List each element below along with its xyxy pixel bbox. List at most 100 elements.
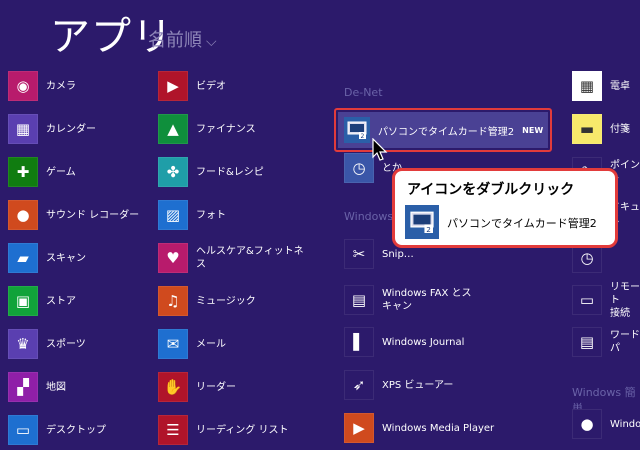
- app-label: デスクトップ: [46, 424, 106, 436]
- microphone-icon: ●: [572, 409, 602, 439]
- app-label: XPS ビューアー: [382, 379, 454, 391]
- new-badge: NEW: [522, 125, 544, 135]
- group-label-windows: Windows: [344, 210, 394, 223]
- timecard-icon: 2: [344, 117, 370, 143]
- app-label: リモート 接続: [610, 281, 640, 319]
- photo-icon: ▨: [158, 200, 188, 230]
- headphones-icon: ♫: [158, 286, 188, 316]
- snipping-icon: ✂: [344, 239, 374, 269]
- camera-icon: ◉: [8, 71, 38, 101]
- callout-title: アイコンをダブルクリック: [407, 182, 575, 198]
- app-tile[interactable]: ▤ ワードパ: [572, 326, 640, 358]
- app-label: Windo…: [610, 418, 640, 430]
- app-tile[interactable]: ✉ メール: [158, 328, 226, 360]
- app-label: Snip…: [382, 248, 414, 260]
- finance-chart-icon: ▲: [158, 114, 188, 144]
- app-tile[interactable]: ▶ Windows Media Player: [344, 412, 494, 444]
- microphone-icon: ●: [8, 200, 38, 230]
- group-label-denet: De-Net: [344, 86, 383, 99]
- app-tile[interactable]: ▰ スキャン: [8, 242, 86, 274]
- app-tile[interactable]: ➶ XPS ビューアー: [344, 369, 453, 401]
- app-label: スキャン: [46, 252, 86, 264]
- app-tile[interactable]: ▌ Windows Journal: [344, 326, 464, 358]
- sort-label: 名前順: [148, 30, 202, 51]
- app-label: ファイナンス: [196, 123, 256, 135]
- app-label: サウンド レコーダー: [46, 209, 140, 221]
- map-icon: ▞: [8, 372, 38, 402]
- remote-desktop-icon: ▭: [572, 285, 602, 315]
- app-tile[interactable]: ▲ ファイナンス: [158, 113, 256, 145]
- fax-icon: ▤: [344, 285, 374, 315]
- app-tile[interactable]: ▭ デスクトップ: [8, 414, 106, 446]
- app-tile[interactable]: ▞ 地図: [8, 371, 66, 403]
- timecard-icon: 2: [405, 205, 439, 239]
- svg-text:2: 2: [361, 133, 365, 139]
- app-label: 地図: [46, 381, 66, 393]
- wordpad-icon: ▤: [572, 327, 602, 357]
- app-label: Windows FAX とス キャン: [382, 288, 472, 312]
- app-tile[interactable]: ▬ 付箋: [572, 113, 630, 145]
- xps-viewer-icon: ➶: [344, 370, 374, 400]
- scanner-icon: ▰: [8, 243, 38, 273]
- app-label: リーディング リスト: [196, 424, 289, 436]
- journal-icon: ▌: [344, 327, 374, 357]
- app-tile[interactable]: ▨ フォト: [158, 199, 226, 231]
- app-tile[interactable]: ▭ リモート 接続: [572, 282, 640, 319]
- app-tile-windows-simple[interactable]: ● Windo…: [572, 408, 640, 440]
- app-label: 電卓: [610, 80, 630, 92]
- gamepad-icon: ✚: [8, 157, 38, 187]
- app-label: フード&レシピ: [196, 166, 264, 178]
- app-label: Windows Media Player: [382, 422, 495, 434]
- clock-icon: ◷: [344, 153, 374, 183]
- app-tile[interactable]: ▤ Windows FAX とス キャン: [344, 284, 472, 316]
- app-tile[interactable]: ▦ カレンダー: [8, 113, 96, 145]
- trophy-icon: ♛: [8, 329, 38, 359]
- chevron-down-icon: ⌵: [206, 34, 217, 50]
- app-tile-timecard[interactable]: 2 パソコンでタイムカード管理2 NEW: [338, 112, 548, 148]
- app-label: メール: [196, 338, 226, 350]
- svg-text:2: 2: [426, 225, 431, 233]
- food-icon: ✤: [158, 157, 188, 187]
- app-label: Windows Journal: [382, 336, 465, 348]
- app-label: フォト: [196, 209, 226, 221]
- callout-app-name: パソコンでタイムカード管理2: [447, 217, 597, 230]
- app-tile[interactable]: ☰ リーディング リスト: [158, 414, 288, 446]
- calculator-icon: ▦: [572, 71, 602, 101]
- app-label: リーダー: [196, 381, 236, 393]
- app-label: カレンダー: [46, 123, 96, 135]
- sticky-note-icon: ▬: [572, 114, 602, 144]
- app-label: ヘルスケア&フィットネ ス: [196, 246, 304, 270]
- store-icon: ▣: [8, 286, 38, 316]
- app-tile[interactable]: ✋ リーダー: [158, 371, 236, 403]
- desktop-icon: ▭: [8, 415, 38, 445]
- app-label: スポーツ: [46, 338, 86, 350]
- app-tile[interactable]: ✤ フード&レシピ: [158, 156, 264, 188]
- mouse-pointer-icon: [372, 138, 388, 161]
- reader-icon: ✋: [158, 372, 188, 402]
- app-tile[interactable]: ▶ ビデオ: [158, 70, 226, 102]
- app-label: ストア: [46, 295, 76, 307]
- calendar-icon: ▦: [8, 114, 38, 144]
- app-tile[interactable]: ▣ ストア: [8, 285, 76, 317]
- app-label: 付箋: [610, 123, 630, 135]
- app-tile[interactable]: ▦ 電卓: [572, 70, 630, 102]
- app-label: ビデオ: [196, 80, 226, 92]
- reading-list-icon: ☰: [158, 415, 188, 445]
- sort-dropdown[interactable]: 名前順 ⌵: [148, 26, 217, 52]
- app-label: カメラ: [46, 80, 76, 92]
- app-tile[interactable]: ◉ カメラ: [8, 70, 76, 102]
- app-label: ワードパ: [610, 330, 640, 354]
- app-label: ゲーム: [46, 166, 76, 178]
- video-icon: ▶: [158, 71, 188, 101]
- health-heart-icon: ♥: [158, 243, 188, 273]
- mail-icon: ✉: [158, 329, 188, 359]
- app-label: ミュージック: [196, 295, 256, 307]
- instruction-callout: アイコンをダブルクリック 2 パソコンでタイムカード管理2: [392, 168, 618, 248]
- app-tile[interactable]: ♛ スポーツ: [8, 328, 86, 360]
- media-player-icon: ▶: [344, 413, 374, 443]
- app-tile[interactable]: ♥ ヘルスケア&フィットネ ス: [158, 242, 304, 274]
- app-label: パソコンでタイムカード管理2: [378, 126, 515, 138]
- app-tile[interactable]: ♫ ミュージック: [158, 285, 256, 317]
- app-tile[interactable]: ✚ ゲーム: [8, 156, 76, 188]
- app-tile[interactable]: ● サウンド レコーダー: [8, 199, 139, 231]
